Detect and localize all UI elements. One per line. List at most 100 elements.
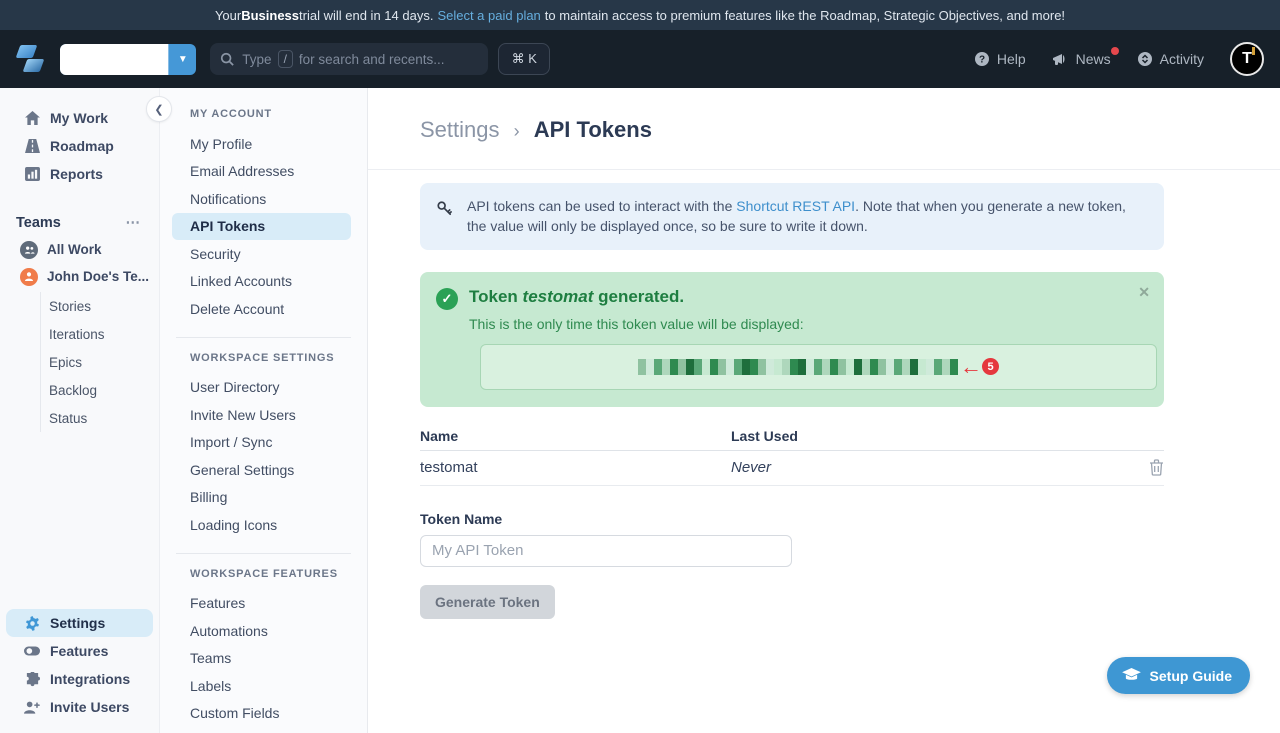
settings-nav-custom-fields[interactable]: Custom Fields	[160, 700, 367, 728]
settings-nav-email-addresses[interactable]: Email Addresses	[160, 158, 367, 186]
settings-nav-linked-accounts[interactable]: Linked Accounts	[160, 268, 367, 296]
breadcrumb: Settings › API Tokens	[420, 117, 1280, 143]
settings-nav-billing[interactable]: Billing	[160, 484, 367, 512]
news-notification-badge	[1111, 47, 1119, 55]
search-type-label: Type	[242, 52, 271, 67]
settings-nav-general-settings[interactable]: General Settings	[160, 456, 367, 484]
sidebar-item-label: Roadmap	[50, 138, 114, 154]
sidebar-item-integrations[interactable]: Integrations	[0, 665, 159, 693]
token-name-input[interactable]	[420, 535, 792, 567]
main-content: Settings › API Tokens API tokens can be …	[368, 88, 1280, 733]
sidebar-item-my-work[interactable]: My Work	[0, 104, 159, 132]
trial-text-suffix: to maintain access to premium features l…	[545, 8, 1065, 23]
user-avatar[interactable]: T	[1230, 42, 1264, 76]
divider	[176, 337, 351, 338]
settings-nav-notifications[interactable]: Notifications	[160, 185, 367, 213]
sidebar-item-status[interactable]: Status	[41, 404, 159, 432]
bar-chart-icon	[24, 167, 40, 181]
sidebar-collapse-button[interactable]: ❮	[146, 96, 172, 122]
settings-nav-invite-new-users[interactable]: Invite New Users	[160, 401, 367, 429]
token-generated-alert: ✕ ✓ Token testomat generated. This is th…	[420, 272, 1164, 407]
tokens-table: Name Last Used testomat Never	[420, 423, 1164, 486]
table-row: testomat Never	[420, 451, 1164, 486]
activity-icon	[1137, 51, 1153, 67]
check-circle-icon: ✓	[436, 288, 458, 310]
roadmap-icon	[24, 139, 40, 153]
team-subnav: Stories Iterations Epics Backlog Status	[40, 292, 159, 432]
news-button[interactable]: News	[1052, 51, 1111, 67]
column-header-name: Name	[420, 428, 731, 444]
activity-label[interactable]: Activity	[1160, 51, 1204, 67]
sidebar-item-iterations[interactable]: Iterations	[41, 320, 159, 348]
settings-nav-labels[interactable]: Labels	[160, 672, 367, 700]
select-paid-plan-link[interactable]: Select a paid plan	[437, 8, 540, 23]
avatar-notch	[1252, 47, 1255, 55]
settings-nav-delete-account[interactable]: Delete Account	[160, 295, 367, 323]
svg-text:?: ?	[979, 55, 985, 66]
sidebar-item-features[interactable]: Features	[0, 637, 159, 665]
settings-nav-features[interactable]: Features	[160, 590, 367, 618]
sidebar-item-epics[interactable]: Epics	[41, 348, 159, 376]
settings-nav: MY ACCOUNT My Profile Email Addresses No…	[160, 88, 368, 733]
help-button[interactable]: ? Help	[974, 51, 1026, 67]
settings-nav-automations[interactable]: Automations	[160, 617, 367, 645]
sidebar-item-reports[interactable]: Reports	[0, 160, 159, 188]
trial-plan-name: Business	[241, 8, 299, 23]
alert-title-post: generated.	[593, 287, 684, 306]
settings-nav-teams[interactable]: Teams	[160, 645, 367, 673]
sidebar-item-roadmap[interactable]: Roadmap	[0, 132, 159, 160]
token-last-used-cell: Never	[731, 459, 1149, 476]
token-name-label: Token Name	[420, 511, 1164, 527]
shortcut-logo-icon[interactable]	[16, 44, 46, 74]
page-title: API Tokens	[534, 117, 652, 142]
annotation-arrow-icon: ←	[960, 359, 980, 375]
info-text: API tokens can be used to interact with …	[467, 196, 1146, 237]
shortcut-rest-api-link[interactable]: Shortcut REST API	[736, 198, 855, 214]
sidebar-item-backlog[interactable]: Backlog	[41, 376, 159, 404]
delete-token-icon[interactable]	[1149, 459, 1164, 476]
search-input[interactable]: Type / for search and recents...	[210, 43, 488, 75]
page-header: Settings › API Tokens	[368, 88, 1280, 170]
settings-nav-security[interactable]: Security	[160, 240, 367, 268]
teams-header-label: Teams	[16, 215, 61, 231]
close-icon[interactable]: ✕	[1138, 284, 1150, 301]
news-label[interactable]: News	[1076, 51, 1111, 67]
generate-token-button[interactable]: Generate Token	[420, 585, 555, 619]
settings-nav-loading-icons[interactable]: Loading Icons	[160, 511, 367, 539]
sidebar-item-stories[interactable]: Stories	[41, 292, 159, 320]
alert-title: Token testomat generated.	[469, 287, 684, 307]
settings-nav-api-tokens[interactable]: API Tokens	[172, 213, 351, 241]
top-navbar: Create Story ▼ Type / for search and rec…	[0, 30, 1280, 88]
create-story-dropdown[interactable]: ▼	[168, 44, 196, 75]
avatar-letter: T	[1242, 50, 1252, 68]
setup-guide-button[interactable]: Setup Guide	[1107, 657, 1250, 694]
create-story-button[interactable]: Create Story ▼	[60, 44, 196, 75]
cmd-k-shortcut[interactable]: ⌘ K	[498, 43, 550, 75]
trial-text-mid: trial will end in 14 days.	[299, 8, 433, 23]
alert-title-pre: Token	[469, 287, 523, 306]
activity-button[interactable]: Activity	[1137, 51, 1204, 67]
sidebar-item-john-does-team[interactable]: John Doe's Te...	[0, 263, 159, 290]
john-doe-team-avatar	[20, 268, 38, 286]
redacted-token-value	[638, 359, 958, 375]
home-icon	[24, 111, 40, 125]
toggle-icon	[24, 646, 40, 656]
sidebar-item-invite-users[interactable]: Invite Users	[0, 693, 159, 721]
teams-menu-button[interactable]: ⋯	[126, 215, 142, 231]
sidebar-item-settings[interactable]: Settings	[6, 609, 153, 637]
gear-icon	[24, 616, 40, 631]
create-story-label[interactable]: Create Story	[60, 44, 168, 75]
sidebar-item-label: My Work	[50, 110, 108, 126]
annotation-step-badge: 5	[982, 358, 999, 375]
help-label[interactable]: Help	[997, 51, 1026, 67]
setup-guide-label: Setup Guide	[1150, 668, 1232, 684]
settings-nav-import-sync[interactable]: Import / Sync	[160, 429, 367, 457]
settings-nav-user-directory[interactable]: User Directory	[160, 374, 367, 402]
settings-nav-my-profile[interactable]: My Profile	[160, 130, 367, 158]
slash-key-hint: /	[278, 50, 293, 68]
team-label: All Work	[47, 242, 102, 257]
sidebar-item-all-work[interactable]: All Work	[0, 236, 159, 263]
puzzle-icon	[24, 672, 40, 687]
team-label: John Doe's Te...	[47, 269, 149, 284]
breadcrumb-settings[interactable]: Settings	[420, 117, 500, 142]
